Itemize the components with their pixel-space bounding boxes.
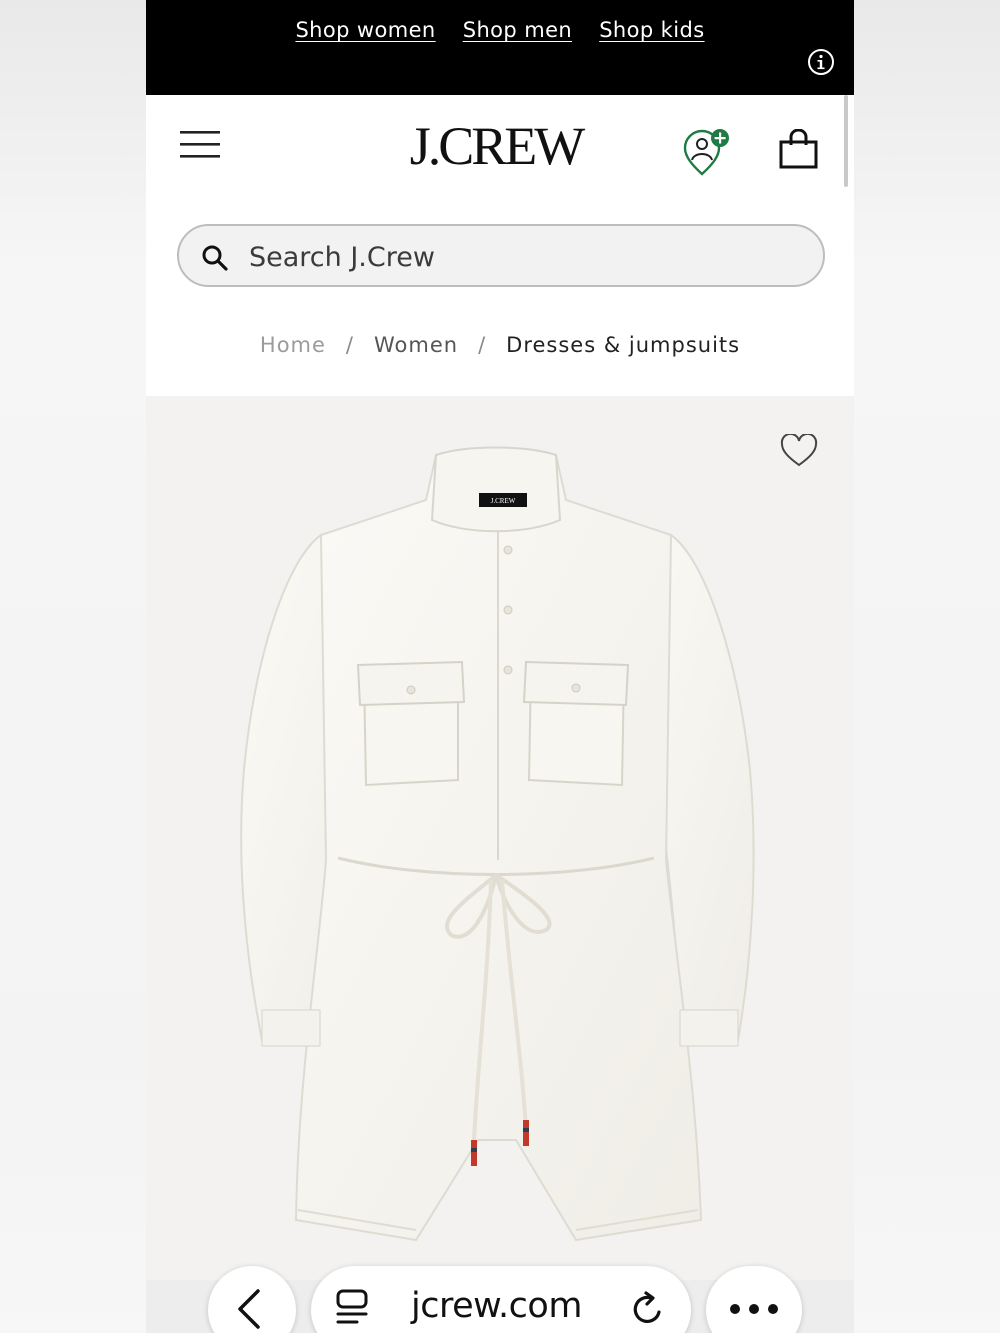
address-bar[interactable]: jcrew.com bbox=[311, 1266, 691, 1333]
breadcrumb-separator: / bbox=[478, 333, 487, 357]
search-icon bbox=[202, 245, 228, 271]
tabs-icon[interactable] bbox=[335, 1288, 371, 1328]
shop-kids-link[interactable]: Shop kids bbox=[599, 18, 704, 42]
site-header: J.CREW Home / Women / Dresses & jumpsuits bbox=[146, 95, 854, 396]
promo-bar: Shop women Shop men Shop kids bbox=[146, 0, 854, 95]
account-icon[interactable] bbox=[681, 128, 733, 176]
shop-men-link[interactable]: Shop men bbox=[463, 18, 572, 42]
menu-icon[interactable] bbox=[180, 130, 222, 160]
product-label-text: J.CREW bbox=[491, 497, 516, 505]
product-image-romper[interactable]: J.CREW bbox=[226, 440, 766, 1250]
bag-icon[interactable] bbox=[778, 129, 820, 169]
promo-links: Shop women Shop men Shop kids bbox=[146, 18, 854, 42]
breadcrumb-separator: / bbox=[345, 333, 354, 357]
search-bar[interactable] bbox=[177, 224, 825, 287]
back-chevron-icon bbox=[238, 1289, 260, 1329]
wishlist-heart-icon[interactable] bbox=[780, 434, 818, 468]
search-input[interactable] bbox=[247, 234, 791, 280]
breadcrumb: Home / Women / Dresses & jumpsuits bbox=[146, 333, 854, 357]
reload-icon[interactable] bbox=[629, 1290, 667, 1328]
shop-women-link[interactable]: Shop women bbox=[295, 18, 435, 42]
jcrew-logo[interactable]: J.CREW bbox=[386, 115, 606, 177]
breadcrumb-current[interactable]: Dresses & jumpsuits bbox=[506, 333, 740, 357]
phone-screen: Shop women Shop men Shop kids J.CREW Sea… bbox=[146, 0, 854, 1333]
product-image-area: J.CREW bbox=[146, 396, 854, 1280]
scrollbar[interactable] bbox=[844, 95, 848, 187]
breadcrumb-home[interactable]: Home bbox=[260, 333, 326, 357]
breadcrumb-women[interactable]: Women bbox=[374, 333, 458, 357]
info-icon[interactable] bbox=[807, 48, 835, 76]
url-text[interactable]: jcrew.com bbox=[411, 1286, 582, 1326]
more-dots-icon bbox=[730, 1304, 778, 1314]
